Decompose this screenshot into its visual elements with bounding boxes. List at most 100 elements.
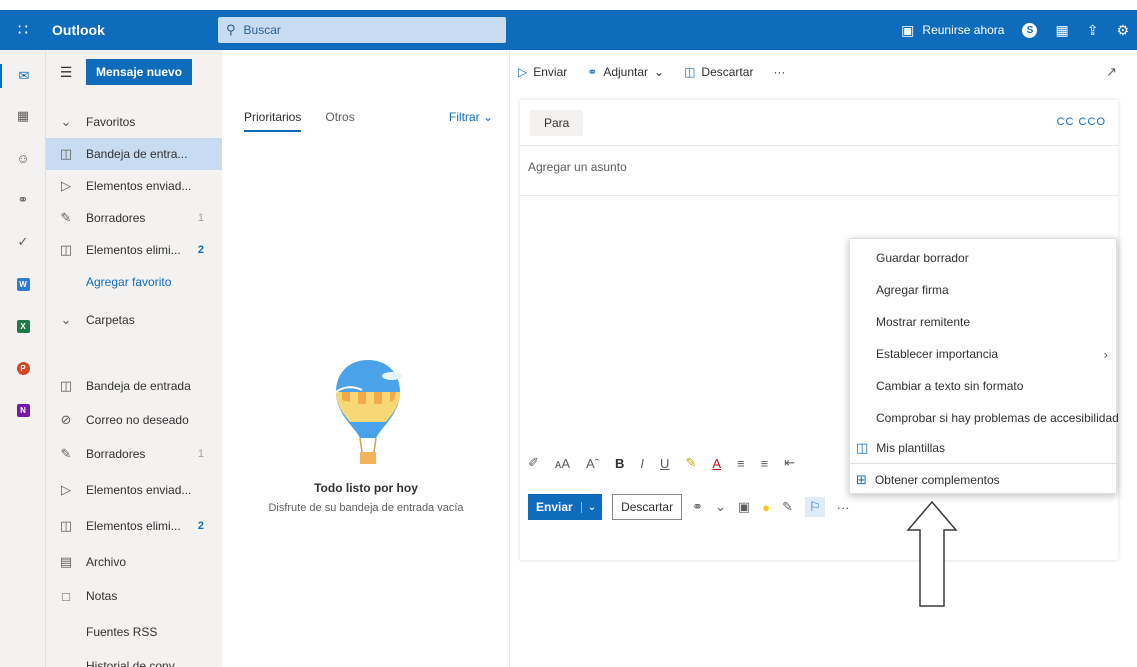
menu-item-accessibility[interactable]: Comprobar si hay problemas de accesibili…	[850, 403, 1119, 433]
search-input[interactable]: Buscar	[244, 23, 281, 37]
menu-item-show-from[interactable]: Mostrar remitente	[850, 307, 1118, 337]
app-name[interactable]: Outlook	[46, 22, 218, 38]
bullets-icon[interactable]: ≡	[737, 456, 745, 471]
folder-inbox[interactable]: ◫ Bandeja de entrada	[46, 370, 222, 402]
more-options-button[interactable]: ···	[773, 65, 785, 79]
meet-now-button[interactable]: ▣ Reunirse ahora	[901, 22, 1004, 39]
skype-icon[interactable]: S	[1022, 22, 1038, 38]
grow-font-icon[interactable]: Aˆ	[586, 456, 599, 471]
excel-icon[interactable]: X	[0, 314, 46, 338]
chevron-down-icon: ⌄	[482, 110, 493, 124]
bold-icon[interactable]: B	[615, 456, 624, 471]
attachment-icon[interactable]: ⚭	[0, 188, 46, 212]
indent-icon[interactable]: ⇤	[784, 455, 795, 471]
powerpoint-icon[interactable]: P	[0, 356, 46, 380]
menu-separator	[850, 463, 1118, 464]
favorite-sent[interactable]: ▷ Elementos enviad...	[46, 170, 222, 202]
tab-other[interactable]: Otros	[325, 110, 354, 132]
app-launcher-icon[interactable]: ∷	[0, 10, 46, 50]
chevron-right-icon: ›	[1103, 346, 1108, 362]
emoji-icon[interactable]: ●	[762, 500, 770, 515]
tab-focused[interactable]: Prioritarios	[244, 110, 302, 132]
cc-bcc-link[interactable]: CC CCO	[1057, 116, 1106, 128]
add-favorite-link[interactable]: Agregar favorito	[46, 266, 222, 298]
image-icon[interactable]: ▣	[738, 499, 750, 515]
filter-button[interactable]: Filtrar ⌄	[449, 110, 493, 124]
menu-item-plain-text[interactable]: Cambiar a texto sin formato	[850, 371, 1118, 401]
discard-button[interactable]: Descartar	[612, 494, 683, 520]
hamburger-icon[interactable]: ☰	[46, 64, 86, 81]
folder-history[interactable]: Historial de conv...	[46, 650, 222, 667]
highlight-icon[interactable]: ✎	[685, 455, 696, 471]
folder-label: Fuentes RSS	[86, 625, 158, 639]
inbox-icon: ◫	[59, 378, 73, 393]
filter-label: Filtrar	[448, 110, 480, 124]
onenote-icon[interactable]: N	[0, 398, 46, 422]
send-label: Enviar	[533, 65, 568, 79]
addins-icon: ⊞	[856, 472, 867, 487]
font-color-icon[interactable]: A	[712, 456, 721, 471]
folder-drafts[interactable]: ✎ Borradores 1	[46, 438, 222, 470]
folder-sent[interactable]: ▷ Elementos enviad...	[46, 474, 222, 506]
feedback-icon[interactable]: ⇪	[1087, 22, 1099, 39]
paperclip-icon[interactable]: ⚭	[692, 499, 703, 515]
send-icon: ▷	[518, 65, 528, 79]
search-box[interactable]: ⚲ Buscar	[218, 17, 506, 43]
send-command[interactable]: ▷ Enviar	[518, 65, 567, 79]
folder-notes[interactable]: □ Notas	[46, 580, 222, 612]
up-arrow-annotation	[906, 500, 958, 607]
favorites-header[interactable]: ⌄ Favoritos	[46, 106, 222, 138]
archive-icon: ▤	[59, 554, 73, 569]
favorite-drafts[interactable]: ✎ Borradores 1	[46, 202, 222, 234]
font-size-icon[interactable]: ᴀA	[555, 456, 570, 471]
sensitivity-icon[interactable]: ⚐	[804, 497, 825, 517]
more-options-menu: Guardar borrador Agregar firma Mostrar r…	[849, 238, 1119, 495]
folder-count: 2	[197, 244, 204, 256]
folder-rss[interactable]: Fuentes RSS	[46, 616, 222, 648]
italic-icon[interactable]: I	[640, 456, 644, 471]
attach-command[interactable]: ⚭ Adjuntar ⌄	[587, 65, 664, 79]
menu-item-add-signature[interactable]: Agregar firma	[850, 275, 1118, 305]
format-painter-icon[interactable]: ✐	[528, 455, 539, 471]
menu-item-label: Mis plantillas	[876, 441, 945, 455]
signature-icon[interactable]: ✎	[782, 499, 793, 515]
trash-icon: ◫	[684, 65, 696, 79]
search-icon: ⚲	[226, 22, 236, 37]
office-icon[interactable]: ▦	[1055, 22, 1068, 39]
folders-header[interactable]: ⌄ Carpetas	[46, 304, 222, 336]
folder-deleted[interactable]: ◫ Elementos elimi... 2	[46, 510, 222, 542]
menu-item-get-addins[interactable]: ⊞ Obtener complementos	[850, 465, 1118, 495]
paperclip-icon: ⚭	[587, 65, 598, 79]
menu-item-save-draft[interactable]: Guardar borrador	[850, 243, 1118, 273]
folders-label: Carpetas	[86, 313, 135, 327]
popout-icon[interactable]: ↗	[1106, 64, 1117, 80]
favorite-deleted[interactable]: ◫ Elementos elimi... 2	[46, 234, 222, 266]
send-row: Enviar ⌄ Descartar ⚭ ⌄ ▣ ● ✎ ⚐ ···	[528, 494, 850, 520]
calendar-icon[interactable]: ▦	[0, 104, 46, 128]
menu-item-set-importance[interactable]: Establecer importancia ›	[850, 339, 1118, 369]
folder-label: Correo no deseado	[86, 413, 189, 427]
todo-icon[interactable]: ✓	[0, 230, 46, 254]
to-button[interactable]: Para	[530, 109, 584, 136]
empty-state-title: Todo listo por hoy	[314, 481, 418, 495]
new-mail-button[interactable]: Mensaje nuevo	[86, 59, 193, 85]
folder-archive[interactable]: ▤ Archivo	[46, 546, 222, 578]
send-button[interactable]: Enviar ⌄	[528, 494, 603, 520]
settings-icon[interactable]: ⚙	[1116, 22, 1129, 39]
folder-label: Elementos enviad...	[86, 483, 192, 497]
inbox-icon: ◫	[59, 146, 73, 161]
numbering-icon[interactable]: ≡	[761, 456, 769, 471]
discard-command[interactable]: ◫ Descartar	[684, 65, 753, 79]
chevron-down-icon[interactable]: ⌄	[580, 501, 602, 513]
chevron-down-icon[interactable]: ⌄	[715, 499, 726, 515]
subject-input[interactable]: Agregar un asunto	[520, 146, 1118, 196]
word-icon[interactable]: W	[0, 272, 46, 296]
folder-junk[interactable]: ⊘ Correo no deseado	[46, 404, 222, 436]
underline-icon[interactable]: U	[660, 456, 669, 471]
more-options-icon[interactable]: ···	[837, 500, 850, 515]
favorite-inbox[interactable]: ◫ Bandeja de entra...	[46, 138, 222, 170]
mail-icon[interactable]: ✉	[0, 64, 46, 88]
menu-item-templates[interactable]: ◫ Mis plantillas	[850, 433, 1118, 463]
people-icon[interactable]: ☺	[0, 146, 46, 170]
trash-icon: ◫	[59, 242, 73, 257]
